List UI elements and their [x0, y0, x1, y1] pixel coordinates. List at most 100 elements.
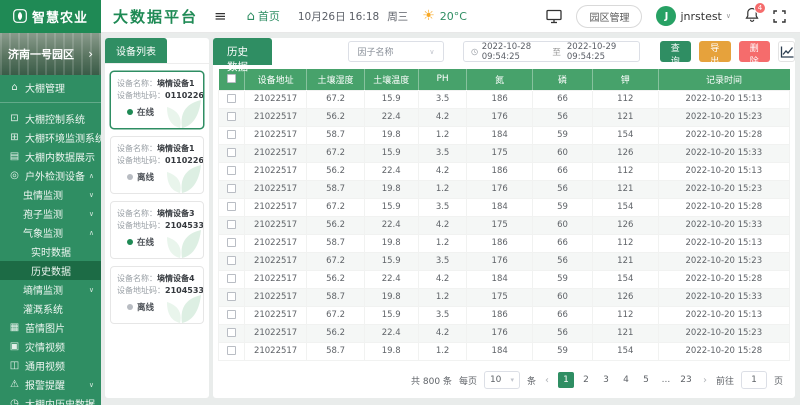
chevron-up-icon: ∧	[88, 171, 94, 180]
collapse-menu-icon[interactable]: ≡	[214, 7, 227, 25]
row-checkbox[interactable]	[226, 220, 236, 229]
column-header: 钾	[592, 69, 659, 90]
page-button[interactable]: 1	[557, 372, 574, 388]
page-button[interactable]: 5	[638, 372, 654, 388]
status-dot	[127, 304, 133, 310]
greenhouse-manage-icon: ⌂	[11, 82, 18, 93]
sidebar-item[interactable]: ⚠ 报警提醒 ∨	[0, 375, 101, 394]
breadcrumb-home[interactable]: ⌂ 首页	[247, 8, 280, 24]
device-name-label: 设备名称：	[117, 209, 157, 218]
table-cell: 58.7	[306, 179, 365, 199]
table-cell: 2022-10-20 15:23	[657, 107, 791, 127]
table-cell: 2022-10-20 15:13	[657, 161, 791, 181]
device-addr-label: 设备地址码：	[117, 286, 165, 295]
goto-page-input[interactable]	[740, 371, 767, 389]
device-addr: 0110226666	[165, 156, 204, 165]
fullscreen-icon[interactable]	[773, 9, 786, 23]
per-page-select[interactable]: 10 ▾	[483, 371, 520, 389]
page-button[interactable]: 4	[618, 372, 634, 388]
monitor-icon[interactable]	[546, 9, 563, 24]
delete-button[interactable]: 删除	[738, 41, 771, 67]
table-cell: 2022-10-20 15:13	[657, 89, 791, 109]
device-card[interactable]: 设备名称：墒情设备3 设备地址码：21045334 在线	[110, 201, 204, 259]
row-checkbox[interactable]	[226, 148, 236, 157]
date-range-picker[interactable]: 2022-10-28 09:54:25 至 2022-10-29 09:54:2…	[462, 41, 640, 62]
chevron-right-icon: ›	[88, 47, 93, 61]
notification-badge: 4	[754, 1, 766, 14]
park-manage-button[interactable]: 园区管理	[576, 4, 643, 28]
park-selector[interactable]: 济南一号园区 ›	[0, 33, 101, 75]
next-page-button[interactable]: ›	[701, 375, 709, 386]
table-cell: 21022517	[243, 89, 308, 109]
page-button[interactable]: 23	[678, 372, 694, 388]
table-cell: 21022517	[243, 341, 308, 361]
sidebar-item[interactable]: 历史数据	[0, 261, 101, 280]
status-dot	[127, 239, 133, 245]
tab-history-data[interactable]: 历史数据	[213, 38, 273, 73]
sidebar-item[interactable]: ⊞ 大棚环境监测系统	[0, 128, 101, 147]
greenhouse-history-icon: ◷	[10, 398, 19, 405]
select-all-checkbox[interactable]	[226, 74, 236, 84]
table-cell: 21022517	[243, 197, 308, 217]
sidebar-item[interactable]: 孢子监测 ∨	[0, 204, 101, 223]
table-cell: 21022517	[243, 287, 308, 307]
device-status: 离线	[137, 303, 155, 313]
sidebar-item[interactable]: ▤ 大棚内数据展示	[0, 147, 101, 166]
sidebar-item[interactable]: ◷ 大棚内历史数据∨	[0, 394, 101, 405]
user-menu[interactable]: J jnrstest ∨	[656, 6, 731, 26]
factor-name-select[interactable]: 因子名称 ∨	[348, 41, 444, 62]
row-checkbox[interactable]	[226, 346, 236, 355]
row-checkbox[interactable]	[226, 112, 236, 121]
row-checkbox[interactable]	[226, 238, 236, 247]
row-checkbox[interactable]	[226, 310, 236, 319]
device-card[interactable]: 设备名称：墒情设备4 设备地址码：21045335 离线	[110, 266, 204, 324]
sidebar-item[interactable]: ⊡ 大棚控制系统	[0, 109, 101, 128]
row-checkbox[interactable]	[226, 166, 236, 175]
row-checkbox[interactable]	[226, 274, 236, 283]
sidebar-item[interactable]: 虫情监测 ∨	[0, 185, 101, 204]
sidebar: 济南一号园区 › ⌂ 大棚管理 ⊡ 大棚控制系统 ⊞ 大棚环境监测系统 ▤ 大棚内数据展示 ◎ 户…	[0, 33, 101, 405]
table-cell: 4.2	[417, 269, 468, 289]
clock-icon	[470, 48, 478, 55]
row-checkbox[interactable]	[226, 292, 236, 301]
device-addr: 0110226666	[165, 91, 204, 100]
column-header: 土壤温度	[364, 69, 419, 90]
chart-view-button[interactable]	[778, 41, 795, 62]
sidebar-item[interactable]: ▣ 灾情视频	[0, 337, 101, 356]
device-card[interactable]: 设备名称：墒情设备1 设备地址码：0110226666 在线	[110, 71, 204, 129]
sidebar-item[interactable]: ◫ 通用视频	[0, 356, 101, 375]
page-button[interactable]: 2	[578, 372, 594, 388]
table-cell: 21022517	[243, 215, 308, 235]
table-cell: 4.2	[417, 323, 468, 343]
sidebar-item[interactable]: 灌溉系统	[0, 299, 101, 318]
weekday-display: 周三	[387, 10, 409, 23]
prev-page-button[interactable]: ‹	[543, 375, 551, 386]
export-button[interactable]: 导出	[699, 41, 731, 67]
table-cell: 56.2	[306, 323, 365, 343]
sidebar-item[interactable]: ◎ 户外检测设备 ∧	[0, 166, 101, 185]
sidebar-item[interactable]: 气象监测 ∧	[0, 223, 101, 242]
total-count: 共 800 条	[411, 376, 452, 387]
sidebar-item[interactable]: ⌂ 大棚管理	[0, 78, 101, 97]
table-cell: 176	[466, 323, 533, 343]
sidebar-item[interactable]: 墒情监测 ∨	[0, 280, 101, 299]
query-button[interactable]: 查询	[659, 41, 692, 67]
row-checkbox[interactable]	[226, 256, 236, 265]
table-row: 21022517 67.2 15.9 3.5 186 66 112 2022-10-20 15…	[218, 89, 791, 109]
device-card[interactable]: 设备名称：墒情设备1 设备地址码：0110226666 离线	[110, 136, 204, 194]
row-checkbox[interactable]	[226, 202, 236, 211]
table-cell: 1.2	[417, 125, 468, 145]
device-status: 离线	[137, 173, 155, 183]
table-cell: 21022517	[243, 305, 308, 325]
table-cell: 175	[466, 287, 533, 307]
row-checkbox[interactable]	[226, 184, 236, 193]
page-button[interactable]: 3	[598, 372, 614, 388]
chevron-down-icon: ∨	[725, 12, 731, 20]
sidebar-item[interactable]: ▦ 苗情图片	[0, 318, 101, 337]
table-cell: 154	[591, 341, 659, 361]
notification-bell[interactable]: 4	[745, 1, 766, 26]
sidebar-item[interactable]: 实时数据	[0, 242, 101, 261]
row-checkbox[interactable]	[226, 328, 236, 337]
row-checkbox[interactable]	[226, 94, 236, 103]
row-checkbox[interactable]	[226, 130, 236, 139]
